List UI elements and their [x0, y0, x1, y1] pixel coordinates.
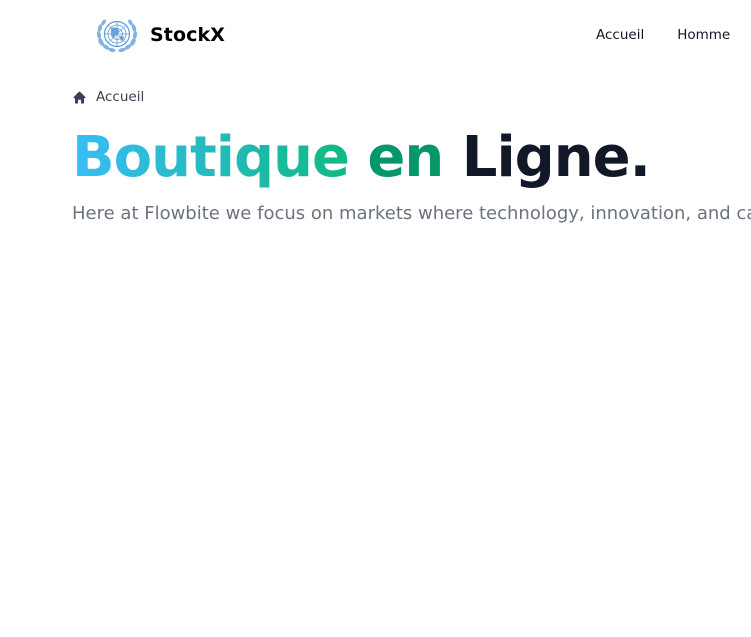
nav-link-homme[interactable]: Homme	[677, 26, 730, 44]
nav-links: Accueil Homme	[596, 26, 751, 44]
home-icon	[73, 91, 86, 103]
navbar: StockX Accueil Homme	[0, 0, 751, 70]
hero-description: Here at Flowbite we focus on markets whe…	[72, 203, 751, 224]
breadcrumb-label: Accueil	[96, 89, 145, 105]
hero-title-en: en	[367, 125, 444, 190]
page: StockX Accueil Homme Accueil Boutique en…	[0, 0, 751, 637]
hero-title: Boutique en Ligne.	[72, 124, 651, 192]
hero-title-boutique: Boutique	[72, 125, 350, 190]
nav-link-accueil[interactable]: Accueil	[596, 26, 644, 44]
hero-title-ligne: Ligne.	[461, 125, 651, 190]
brand-name: StockX	[150, 24, 225, 46]
breadcrumb-home-link[interactable]: Accueil	[72, 88, 144, 106]
un-emblem-logo-icon	[96, 19, 138, 53]
breadcrumb: Accueil	[72, 88, 144, 106]
brand-link[interactable]: StockX	[95, 16, 225, 54]
